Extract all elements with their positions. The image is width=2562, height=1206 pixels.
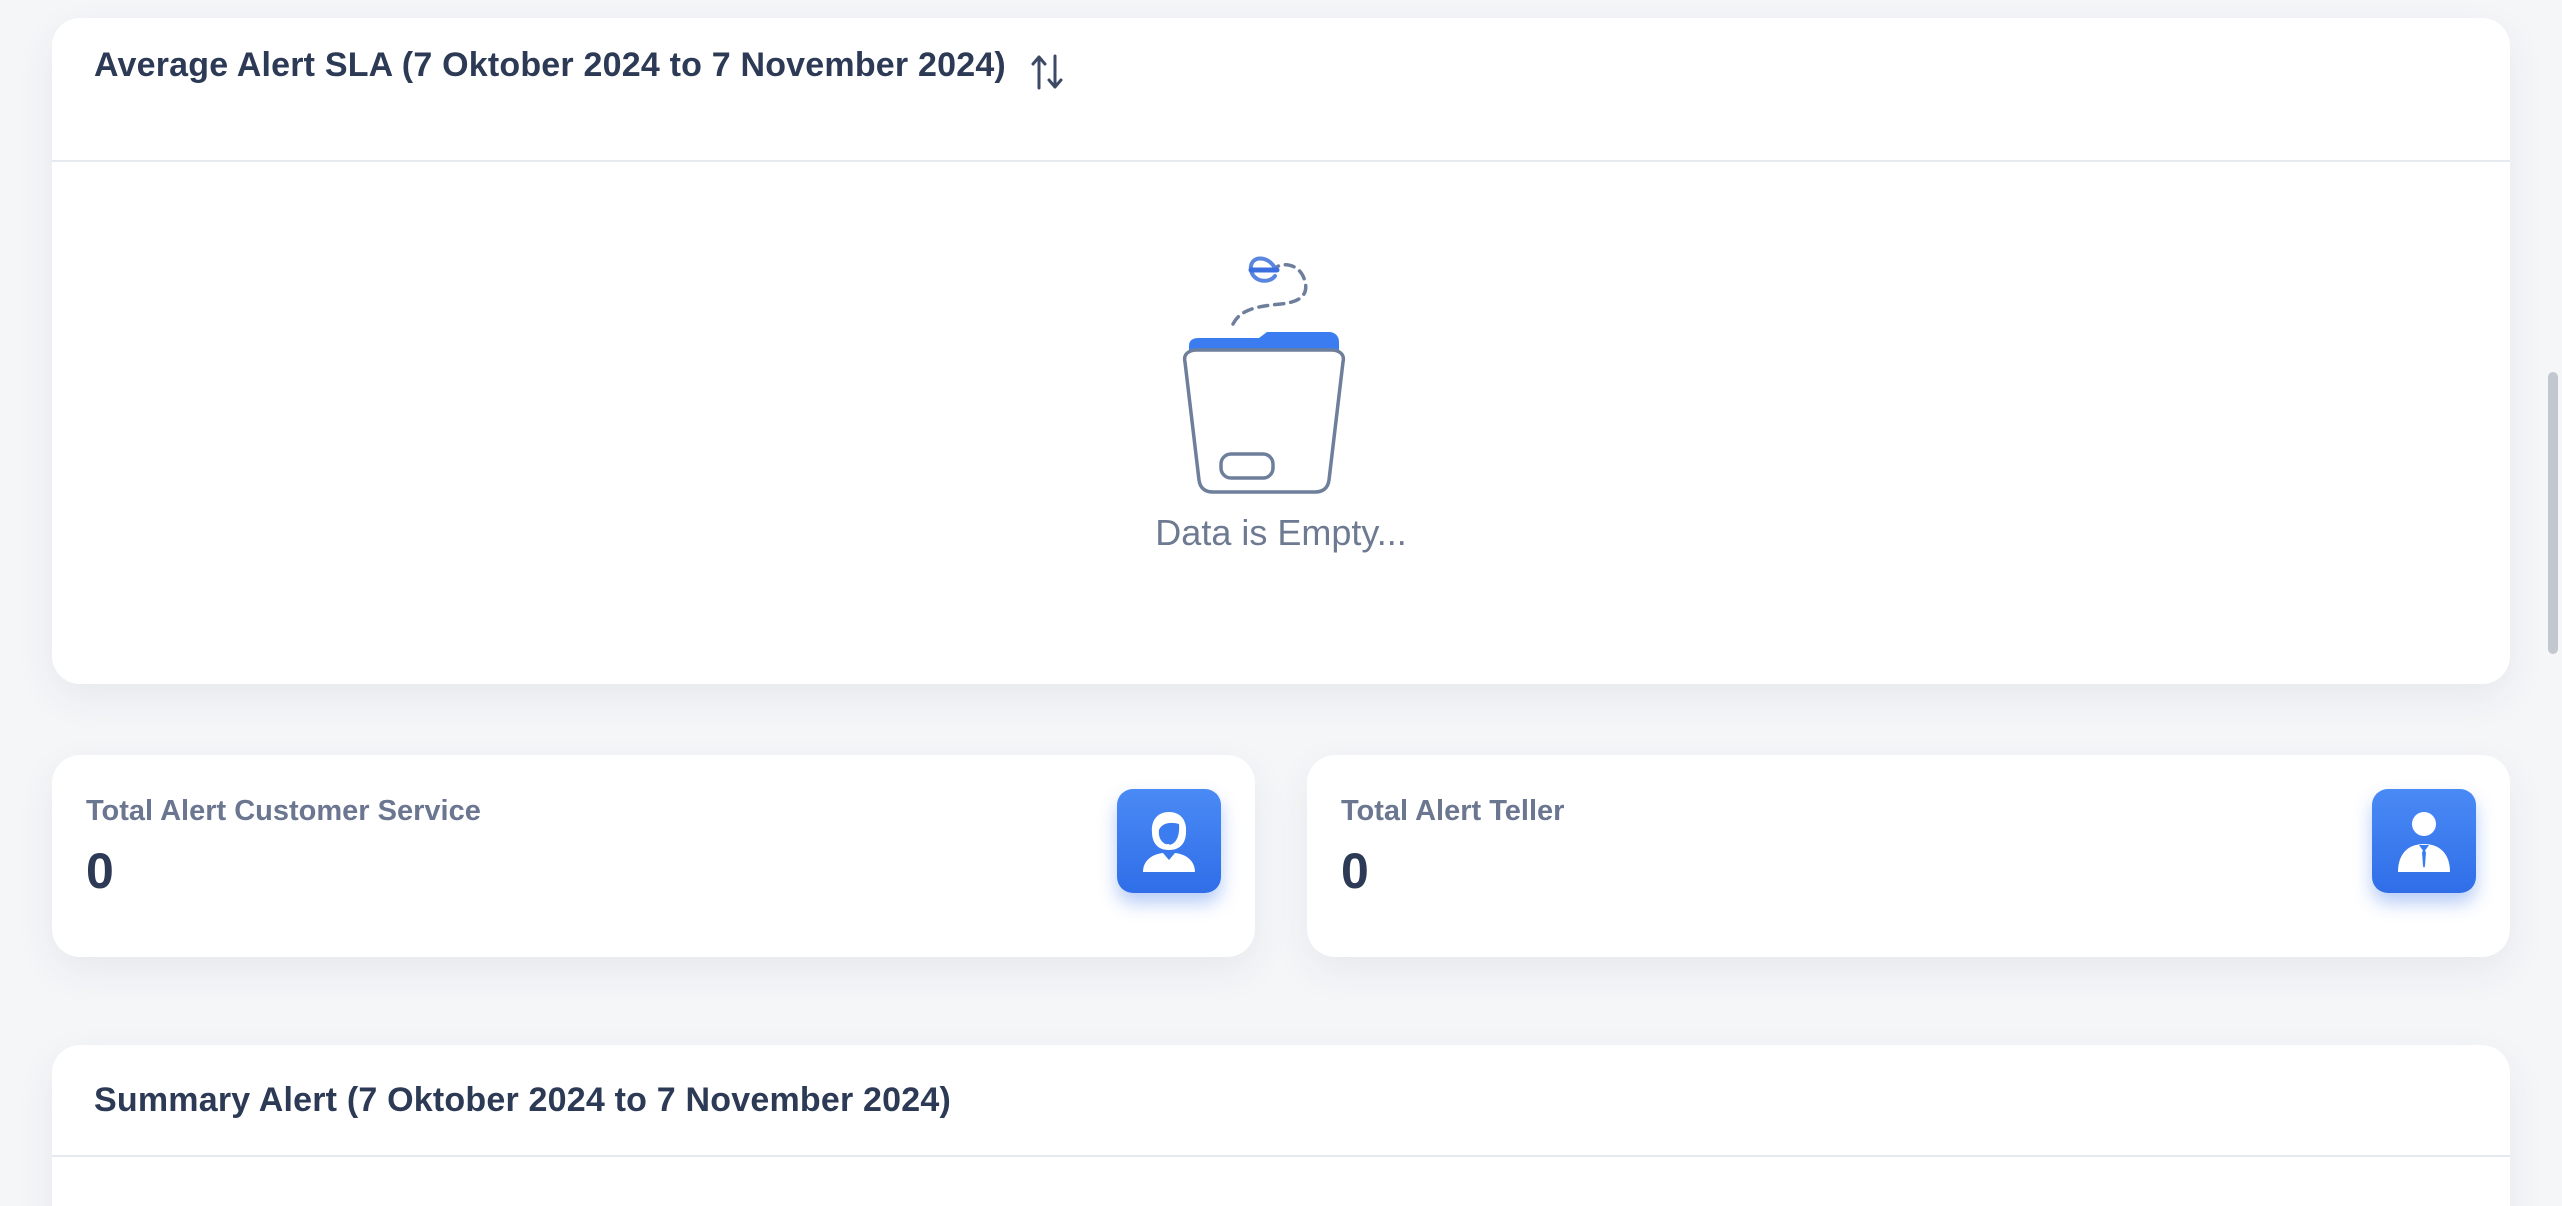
- total-alert-customer-service-card: Total Alert Customer Service 0: [52, 755, 1255, 957]
- dashboard-page: Average Alert SLA (7 Oktober 2024 to 7 N…: [0, 0, 2562, 1206]
- total-alert-teller-card: Total Alert Teller 0: [1307, 755, 2510, 957]
- sla-card-header: Average Alert SLA (7 Oktober 2024 to 7 N…: [52, 18, 2510, 162]
- teller-icon-box: [2372, 789, 2476, 893]
- summary-card-header: Summary Alert (7 Oktober 2024 to 7 Novem…: [52, 1045, 2510, 1157]
- empty-folder-icon: [1182, 256, 1346, 494]
- teller-person-icon: [2398, 812, 2450, 872]
- stat-label-teller: Total Alert Teller: [1341, 795, 1565, 827]
- customer-service-agent-icon: [1143, 812, 1195, 872]
- stat-value-teller: 0: [1341, 843, 1369, 899]
- summary-alert-card: Summary Alert (7 Oktober 2024 to 7 Novem…: [52, 1045, 2510, 1206]
- empty-state: Data is Empty...: [52, 228, 2510, 554]
- stat-label-customer-service: Total Alert Customer Service: [86, 795, 481, 827]
- average-alert-sla-card: Average Alert SLA (7 Oktober 2024 to 7 N…: [52, 18, 2510, 684]
- sort-arrows-icon[interactable]: [1028, 52, 1066, 92]
- customer-service-icon-box: [1117, 789, 1221, 893]
- sla-card-title: Average Alert SLA (7 Oktober 2024 to 7 N…: [94, 46, 1006, 84]
- stat-value-customer-service: 0: [86, 843, 114, 899]
- empty-state-text: Data is Empty...: [1155, 512, 1407, 553]
- page-scrollbar-thumb[interactable]: [2548, 372, 2558, 654]
- page-scrollbar-track[interactable]: [2542, 0, 2562, 1206]
- summary-card-title: Summary Alert (7 Oktober 2024 to 7 Novem…: [94, 1080, 951, 1119]
